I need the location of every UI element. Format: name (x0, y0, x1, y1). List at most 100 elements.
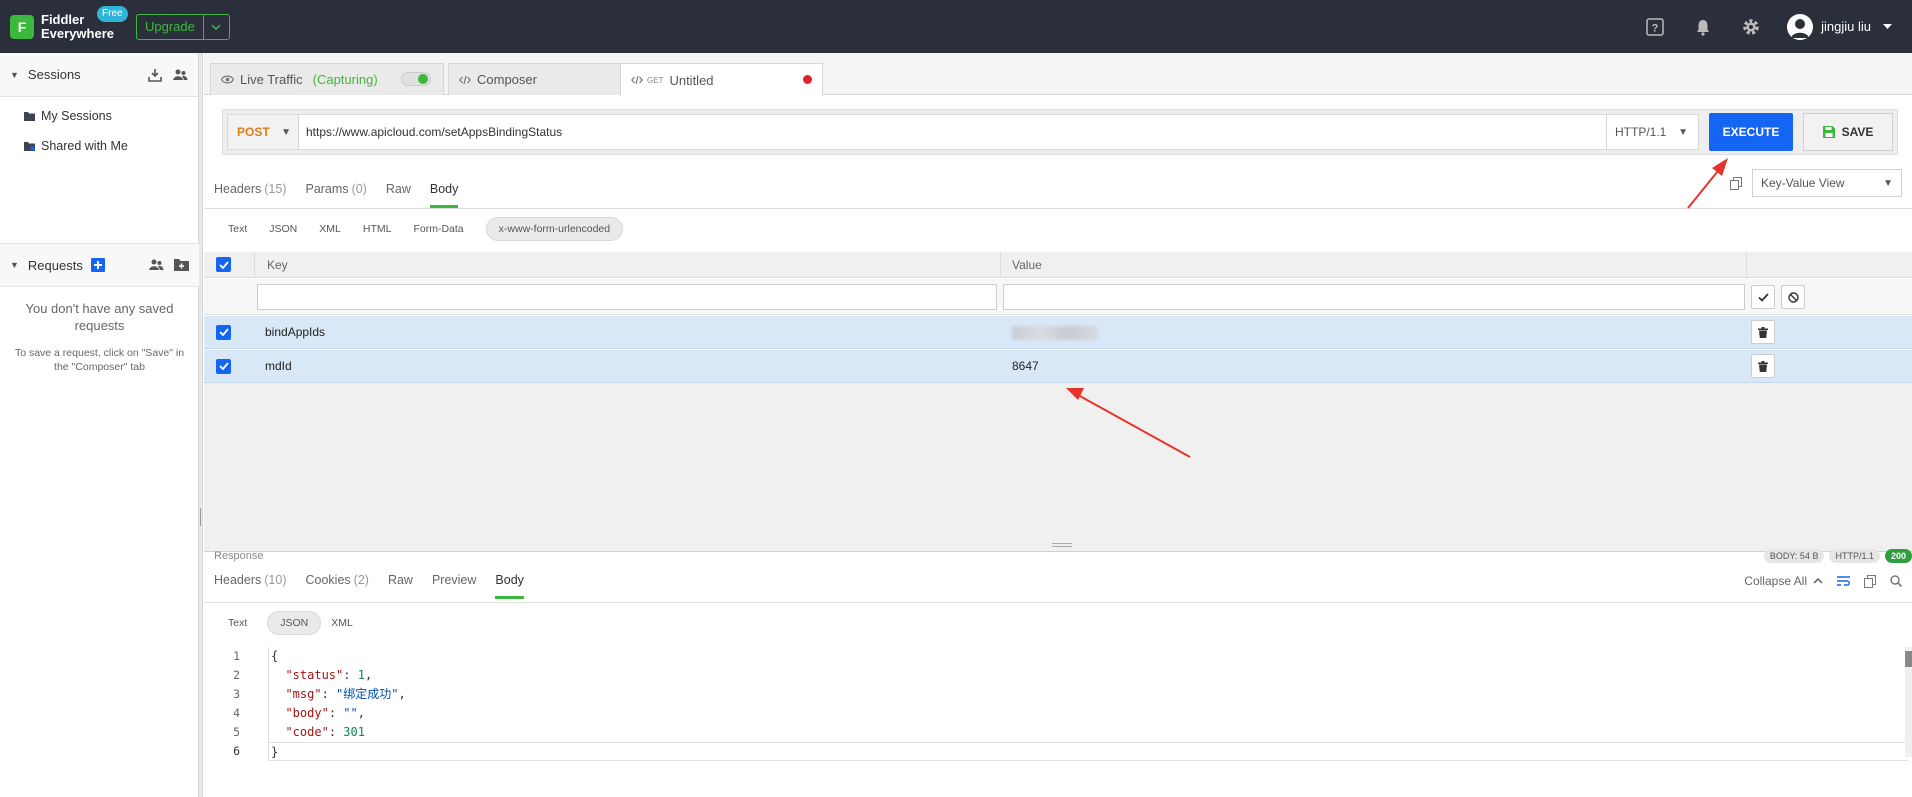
new-folder-icon[interactable] (174, 258, 189, 271)
protocol-select[interactable]: HTTP/1.1 ▼ (1607, 114, 1699, 150)
body-type-json[interactable]: JSON (267, 611, 322, 635)
share-users-icon[interactable] (172, 68, 188, 82)
request-body-empty-area (204, 383, 1912, 551)
copy-icon[interactable] (1864, 574, 1876, 588)
method-select[interactable]: POST ▼ (227, 114, 299, 150)
capture-toggle[interactable] (401, 72, 431, 86)
url-input[interactable]: https://www.apicloud.com/setAppsBindingS… (299, 114, 1607, 150)
body-type-text[interactable]: Text (228, 217, 247, 241)
save-button[interactable]: SAVE (1803, 113, 1893, 151)
empty-title: You don't have any saved requests (25, 301, 174, 333)
grip-icon[interactable] (1052, 543, 1072, 547)
sidebar-item-my-sessions[interactable]: My Sessions (0, 101, 198, 131)
row-checkbox[interactable] (216, 324, 231, 340)
tab-request-raw[interactable]: Raw (386, 178, 411, 208)
chevron-up-icon (1813, 578, 1823, 584)
user-icon (1791, 18, 1810, 38)
row-checkbox[interactable] (216, 358, 231, 374)
help-button[interactable]: ? (1643, 15, 1667, 39)
settings-button[interactable] (1739, 15, 1763, 39)
collapse-triangle-icon[interactable]: ▼ (10, 260, 19, 270)
share-users-icon[interactable] (148, 258, 164, 272)
copy-icon[interactable] (1730, 177, 1742, 190)
tab-request-headers[interactable]: Headers (15) (214, 178, 286, 208)
collapse-all-button[interactable]: Collapse All (1744, 574, 1823, 588)
tab-label: Raw (387, 573, 413, 587)
code-content[interactable]: { "status": 1, "msg": "绑定成功", "body": ""… (268, 647, 1908, 761)
tab-label: Body (429, 182, 459, 196)
trash-icon (1758, 360, 1768, 372)
tab-label: Params (305, 182, 349, 196)
requests-header[interactable]: ▼ Requests (0, 243, 199, 287)
delete-row-button[interactable] (1751, 354, 1775, 378)
add-request-icon[interactable] (90, 258, 105, 272)
param-key[interactable]: mdId (265, 359, 292, 373)
scrollbar[interactable] (1905, 647, 1912, 757)
column-divider[interactable] (1000, 252, 1001, 278)
tab-request-params[interactable]: Params (0) (305, 178, 366, 208)
upgrade-dropdown-button[interactable] (202, 14, 229, 39)
body-type-form-data[interactable]: Form-Data (413, 217, 463, 241)
table-row[interactable]: mdId 8647 (204, 350, 1912, 383)
request-body-types: Text JSON XML HTML Form-Data x-www-form-… (228, 217, 633, 241)
cancel-button[interactable] (1781, 285, 1805, 309)
body-type-text[interactable]: Text (228, 611, 247, 635)
new-value-input[interactable] (1003, 284, 1745, 310)
json-brace: } (271, 745, 279, 759)
collapse-triangle-icon[interactable]: ▼ (10, 70, 19, 80)
delete-row-button[interactable] (1751, 320, 1775, 344)
sidebar-item-shared-with-me[interactable]: Shared with Me (0, 131, 198, 161)
word-wrap-icon[interactable] (1837, 575, 1850, 587)
panel-splitter[interactable] (204, 540, 1912, 552)
tab-response-raw[interactable]: Raw (388, 569, 413, 599)
tab-response-preview[interactable]: Preview (432, 569, 476, 599)
param-key[interactable]: bindAppIds (265, 325, 325, 339)
caret-down-icon: ▼ (1678, 126, 1688, 138)
column-divider[interactable] (254, 252, 255, 278)
sidebar-resize-handle[interactable] (199, 53, 203, 797)
sessions-header[interactable]: ▼ Sessions (0, 53, 198, 97)
code-line: "code": 301 (285, 725, 365, 739)
shared-folder-icon (24, 141, 35, 151)
free-badge: Free (97, 5, 128, 22)
method-badge: GET (647, 75, 664, 85)
protocol-badge: HTTP/1.1 (1829, 549, 1880, 563)
scrollbar-thumb[interactable] (1905, 651, 1912, 667)
tab-response-body[interactable]: Body (495, 569, 524, 599)
code-line: "msg": "绑定成功", (285, 687, 406, 701)
json-value: "绑定成功" (336, 687, 399, 701)
line-number: 6 (233, 744, 240, 758)
json-value: 1 (357, 668, 365, 682)
tab-response-cookies[interactable]: Cookies (2) (305, 569, 368, 599)
new-param-row (204, 279, 1912, 315)
param-value[interactable]: 8647 (1012, 359, 1039, 373)
tab-request-body[interactable]: Body (429, 178, 459, 208)
select-all-checkbox[interactable] (216, 257, 231, 272)
confirm-button[interactable] (1751, 285, 1775, 309)
body-type-urlencoded[interactable]: x-www-form-urlencoded (485, 217, 624, 241)
tab-label: Preview (431, 573, 477, 587)
body-type-html[interactable]: HTML (363, 217, 392, 241)
tab-response-headers[interactable]: Headers (10) (214, 569, 286, 599)
tab-untitled[interactable]: GET Untitled (620, 63, 823, 96)
user-menu[interactable]: jingjiu liu (1787, 13, 1892, 40)
search-icon[interactable] (1890, 575, 1902, 587)
save-label: SAVE (1841, 125, 1874, 139)
tab-composer[interactable]: Composer (448, 63, 621, 95)
import-icon[interactable] (148, 68, 162, 82)
notifications-button[interactable] (1691, 15, 1715, 39)
tab-label: Headers (214, 182, 262, 196)
view-mode-select[interactable]: Key-Value View ▼ (1752, 169, 1902, 197)
body-type-json[interactable]: JSON (269, 217, 297, 241)
response-code-editor[interactable]: 1 2 3 4 5 6 { "status": 1, "msg": "绑定成功"… (204, 647, 1912, 797)
new-key-input[interactable] (257, 284, 997, 310)
body-type-xml[interactable]: XML (319, 217, 341, 241)
table-row[interactable]: bindAppIds (204, 316, 1912, 349)
column-divider[interactable] (1746, 252, 1747, 278)
json-key: "status" (285, 668, 344, 682)
body-type-xml[interactable]: XML (331, 611, 353, 635)
tab-live-traffic[interactable]: Live Traffic (Capturing) (210, 63, 444, 95)
upgrade-button[interactable]: Upgrade (136, 13, 230, 40)
line-number: 3 (233, 687, 240, 701)
execute-button[interactable]: EXECUTE (1709, 113, 1793, 151)
